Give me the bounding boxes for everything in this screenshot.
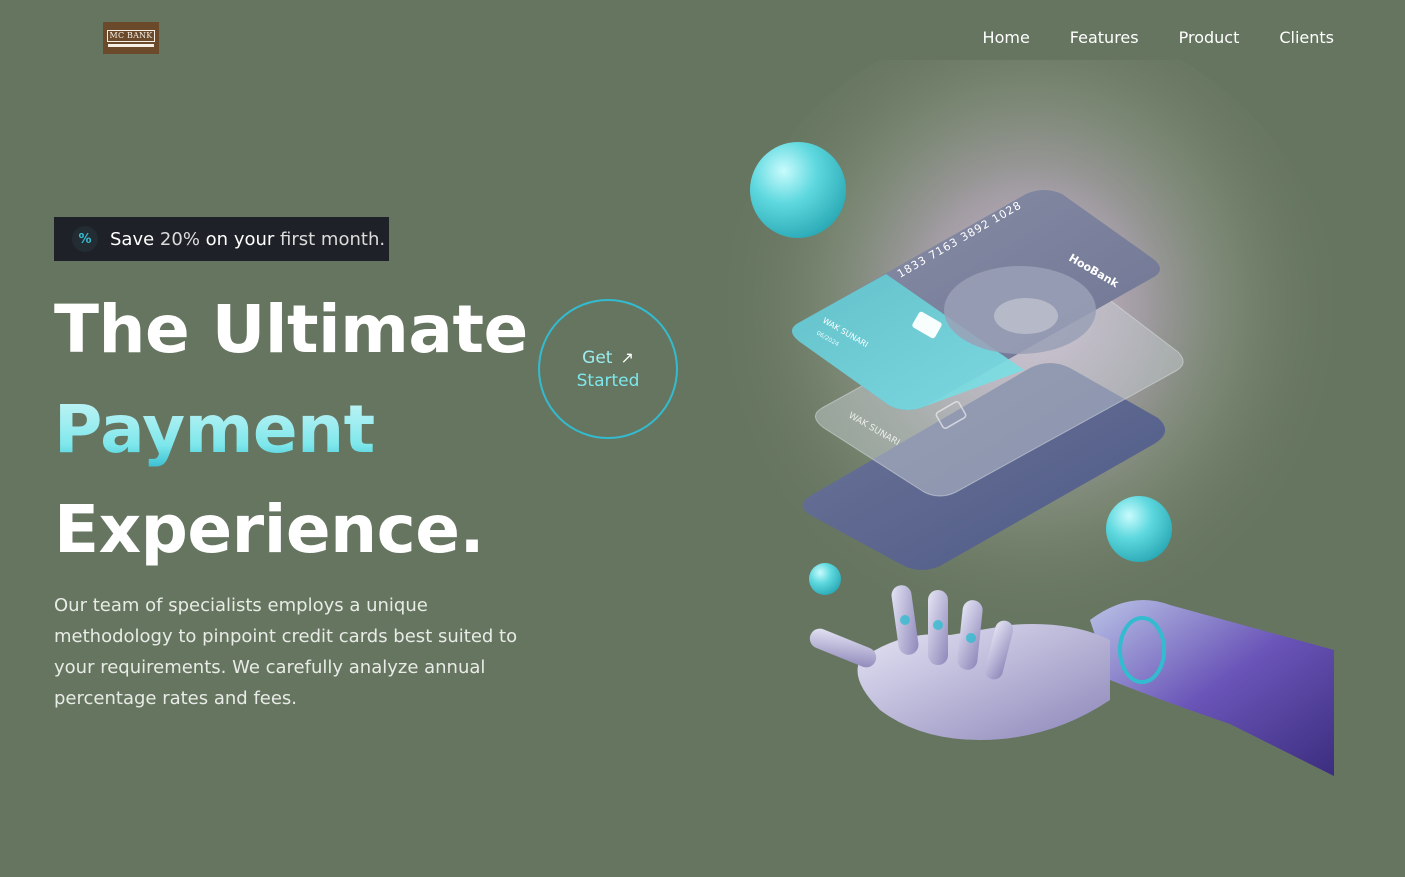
brand-logo-text: MC BANK [106,29,156,42]
nav-product[interactable]: Product [1179,28,1240,48]
get-started-button[interactable]: Get ↗ Started [538,299,678,439]
nav-home[interactable]: Home [983,28,1030,48]
get-started-label: Get ↗ Started [577,346,640,393]
sphere-large [750,142,846,238]
headline-line-3: Experience. [54,491,485,568]
cta-started: Started [576,370,640,391]
sphere-small [809,563,841,595]
promo-first-month: first month. [280,228,386,250]
hero-illustration: WAK SUNARI 1833 7163 3892 1028 HooBank W… [690,60,1405,820]
hero-description: Our team of specialists employs a unique… [54,595,518,709]
promo-text: Save 20% on your first month. [110,229,385,250]
arrow-up-right-icon: ↗ [620,347,634,367]
promo-percent: 20% [159,228,200,250]
promo-save: Save [110,228,155,250]
promo-badge: % Save 20% on your first month. [54,217,389,261]
discount-icon: % [72,226,98,252]
hero-headline: The Ultimate Payment Experience. [54,280,528,580]
nav-features[interactable]: Features [1070,28,1139,48]
sphere-medium [1106,496,1172,562]
cta-get: Get [582,347,613,368]
headline-line-1: The Ultimate [54,291,528,368]
brand-logo[interactable]: MC BANK [103,22,159,54]
nav-clients[interactable]: Clients [1279,28,1334,48]
headline-line-2: Payment [54,380,528,480]
promo-on-your: on your [205,228,275,250]
logo-underline [108,43,154,47]
main-nav: Home Features Product Clients [983,28,1334,48]
